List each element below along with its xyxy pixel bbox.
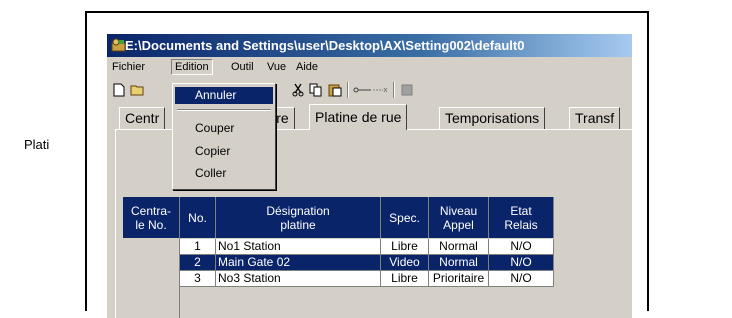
cell-no: 1 xyxy=(180,239,216,255)
cell-niveau: Normal xyxy=(429,239,489,255)
open-icon[interactable] xyxy=(130,82,146,98)
menu-separator xyxy=(177,109,271,111)
copy-icon[interactable] xyxy=(308,82,324,98)
cell-niveau: Prioritaire xyxy=(429,271,489,287)
panel-label: Plati xyxy=(24,137,50,152)
col-header-no[interactable]: No. xyxy=(180,197,216,238)
cell-spec: Libre xyxy=(381,271,429,287)
col-header-centrale[interactable]: Centra- le No. xyxy=(123,197,180,238)
cell-spec: Video xyxy=(381,255,429,271)
cell-etat: N/O xyxy=(489,271,554,287)
centrale-column xyxy=(123,238,180,318)
tab-transfert[interactable]: Transf xyxy=(569,107,621,129)
menu-item-couper[interactable]: Couper xyxy=(175,120,273,137)
col-header-etat[interactable]: Etat Relais xyxy=(489,197,554,238)
tab-temporisations[interactable]: Temporisations xyxy=(439,107,546,129)
cell-etat: N/O xyxy=(489,239,554,255)
menu-edition[interactable]: Edition xyxy=(171,59,213,75)
cell-niveau: Normal xyxy=(429,255,489,271)
table-row[interactable]: 3 No3 Station Libre Prioritaire N/O xyxy=(180,271,554,287)
connect-icon[interactable] xyxy=(353,82,389,98)
menu-outil[interactable]: Outil xyxy=(228,59,257,75)
menu-item-coller[interactable]: Coller xyxy=(175,165,273,182)
menu-item-copier[interactable]: Copier xyxy=(175,143,273,160)
cell-designation: Main Gate 02 xyxy=(216,255,381,271)
menu-bar: Fichier Edition Outil Vue Aide xyxy=(107,57,632,77)
toolbar-separator xyxy=(393,82,395,98)
toolbar-separator xyxy=(347,82,349,98)
menu-vue[interactable]: Vue xyxy=(264,59,289,75)
cell-designation: No3 Station xyxy=(216,271,381,287)
edition-dropdown-menu: Annuler Couper Copier Coller xyxy=(172,83,276,190)
col-header-spec[interactable]: Spec. xyxy=(381,197,429,238)
record-icon[interactable] xyxy=(399,82,415,98)
col-header-niveau[interactable]: Niveau Appel xyxy=(429,197,489,238)
app-icon xyxy=(111,38,126,52)
cell-no: 2 xyxy=(180,255,216,271)
tab-centrale[interactable]: Centr xyxy=(119,107,166,129)
col-header-designation[interactable]: Désignation platine xyxy=(216,197,381,238)
cell-etat: N/O xyxy=(489,255,554,271)
cell-designation: No1 Station xyxy=(216,239,381,255)
table-row[interactable]: 2 Main Gate 02 Video Normal N/O xyxy=(180,255,554,271)
cell-no: 3 xyxy=(180,271,216,287)
paste-icon[interactable] xyxy=(327,82,343,98)
window-title: E:\Documents and Settings\user\Desktop\A… xyxy=(125,38,525,53)
cell-spec: Libre xyxy=(381,239,429,255)
new-icon[interactable] xyxy=(111,82,127,98)
table-row[interactable]: 1 No1 Station Libre Normal N/O xyxy=(180,239,554,255)
menu-fichier[interactable]: Fichier xyxy=(109,59,148,75)
title-bar[interactable]: E:\Documents and Settings\user\Desktop\A… xyxy=(107,34,632,57)
menu-aide[interactable]: Aide xyxy=(293,59,321,75)
cut-icon[interactable] xyxy=(290,82,306,98)
menu-item-annuler[interactable]: Annuler xyxy=(175,87,273,104)
tab-platine-de-rue[interactable]: Platine de rue xyxy=(309,104,408,130)
